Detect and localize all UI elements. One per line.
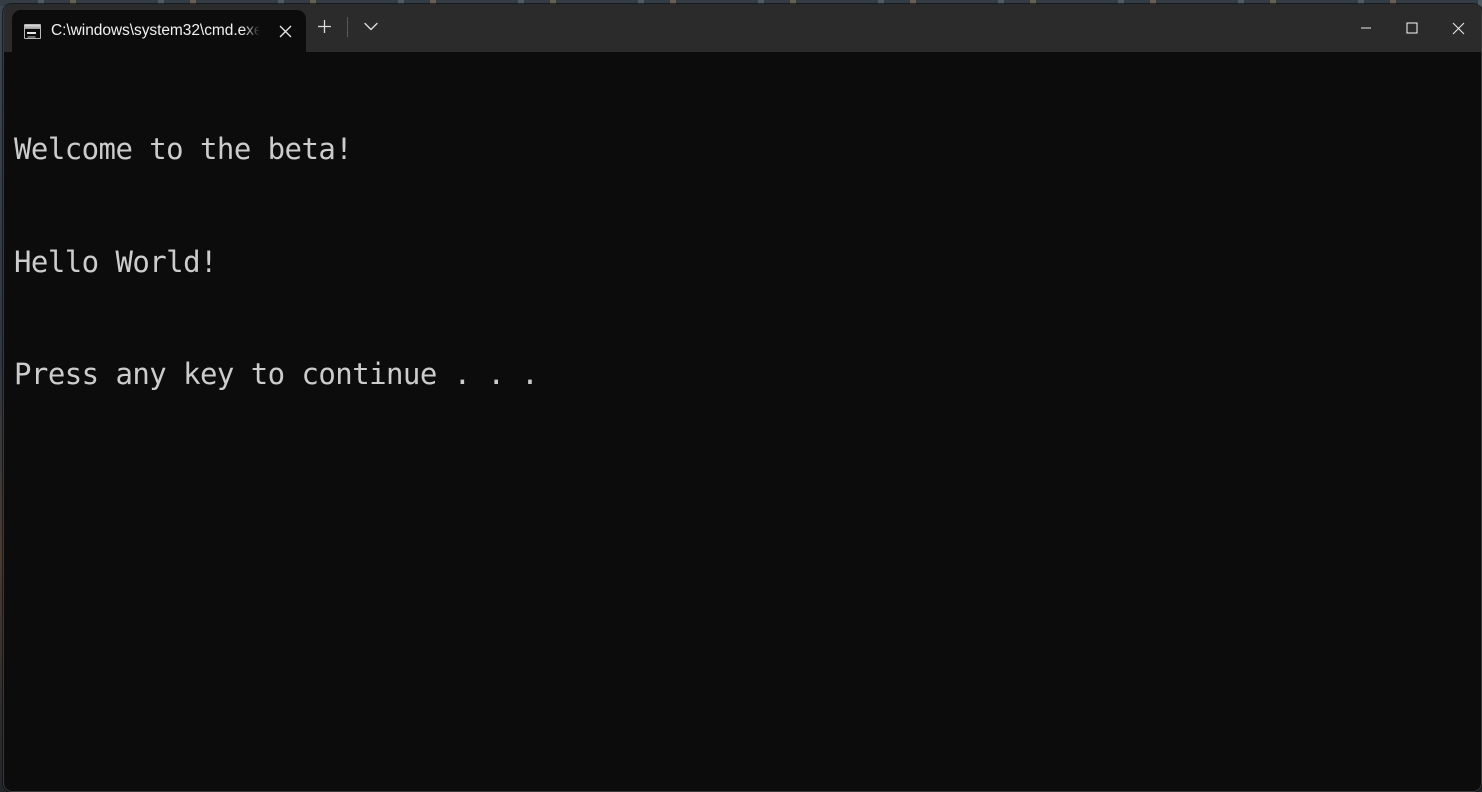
tab-title: C:\windows\system32\cmd.exe — [51, 22, 260, 39]
titlebar-drag-region[interactable] — [389, 4, 1343, 52]
tab-bar-actions — [306, 4, 389, 52]
close-window-button[interactable] — [1435, 4, 1481, 52]
terminal-output: Welcome to the beta! Hello World! Press … — [14, 56, 1481, 469]
terminal-line: Press any key to continue . . . — [14, 357, 539, 391]
terminal-line: Welcome to the beta! — [14, 132, 353, 166]
terminal-window: C:\windows\system32\cmd.exe Welcome to t… — [3, 4, 1482, 792]
chevron-down-icon[interactable] — [353, 10, 389, 44]
close-tab-icon[interactable] — [270, 16, 300, 46]
terminal-body[interactable]: Welcome to the beta! Hello World! Press … — [4, 52, 1481, 791]
cmd-console-icon — [24, 23, 41, 39]
window-controls — [1343, 4, 1481, 52]
terminal-line: Hello World! — [14, 244, 217, 279]
minimize-button[interactable] — [1343, 4, 1389, 52]
tab-cmd-exe[interactable]: C:\windows\system32\cmd.exe — [12, 10, 306, 52]
new-tab-icon[interactable] — [306, 10, 342, 44]
maximize-button[interactable] — [1389, 4, 1435, 52]
title-bar[interactable]: C:\windows\system32\cmd.exe — [4, 4, 1481, 52]
tab-bar-separator — [347, 16, 348, 37]
tab-strip: C:\windows\system32\cmd.exe — [4, 4, 306, 52]
